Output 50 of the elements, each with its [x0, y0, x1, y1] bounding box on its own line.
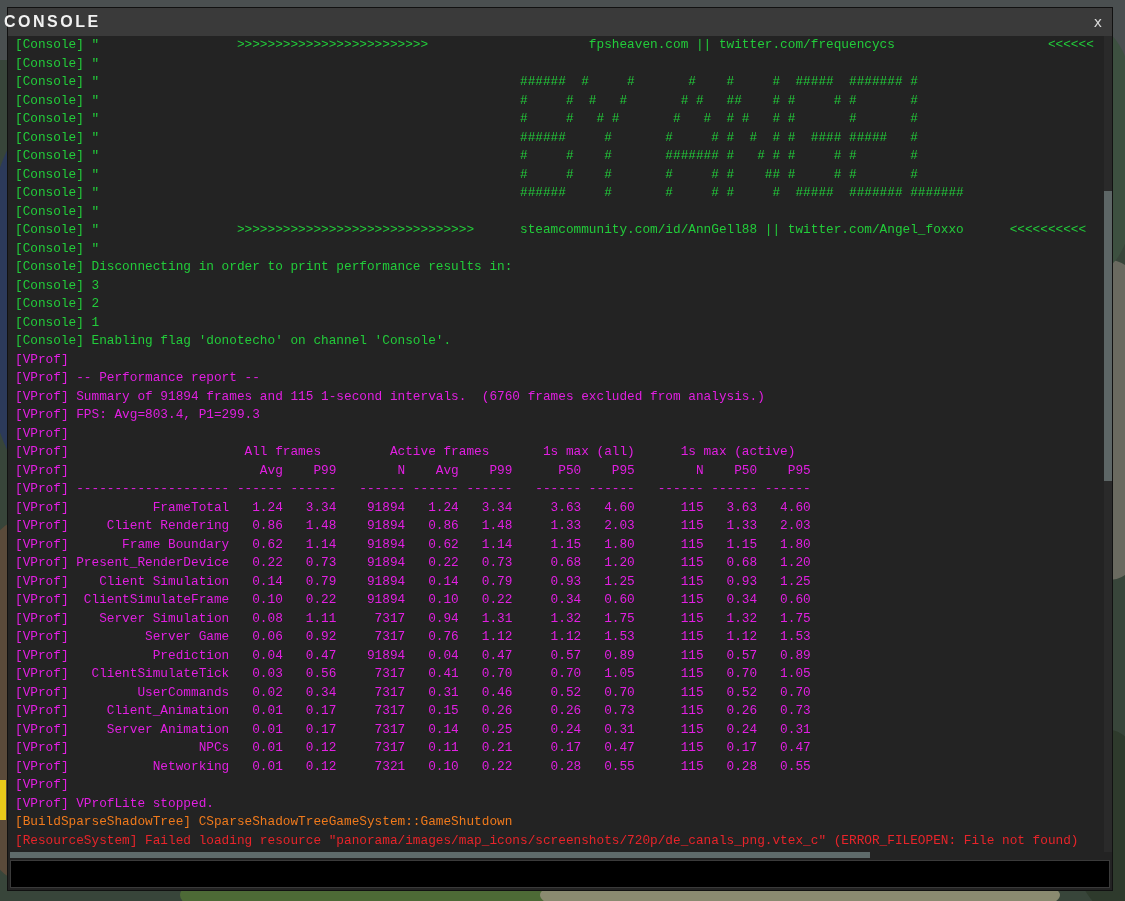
log-line: [VProf] All frames Active frames 1s max (all) 1s max (active) [15, 443, 796, 461]
log-line: [Console] " ###### # # # # # # # #### ##### # [15, 128, 918, 147]
close-button[interactable]: x [1089, 15, 1106, 29]
log-line: [Console] " >>>>>>>>>>>>>>>>>>>>>>>>>>>>>>> steamcommunity.com/id/AnnGell88 || twitter.com/Angel_foxxo <<<<<<<<<< [15, 221, 1087, 239]
log-line: [Console] 3 [15, 276, 100, 295]
log-line: [VProf] Client_Animation 0.01 0.17 7317 0.15 0.26 0.26 0.73 115 0.26 0.73 [15, 702, 811, 720]
scrollbar-thumb[interactable] [1104, 191, 1112, 481]
log-line: [Console] 2 [15, 295, 100, 313]
log-line: [Console] " # # # # # # # # # # # # [15, 110, 918, 128]
log-line: [ResourceSystem] Failed loading resource "panorama/images/map_icons/screenshots/720p/de_canals_png.vtex_c" (ERROR_FILEOPEN: File not found) [15, 831, 1079, 850]
log-line: [VProf] Networking 0.01 0.12 7321 0.10 0.22 0.28 0.55 115 0.28 0.55 [15, 757, 811, 776]
log-line: [VProf] -------------------- ------ ------ ------ ------ ------ ------ ------ ------ ------ ------ [15, 480, 811, 498]
log-line: [VProf] ClientSimulateFrame 0.10 0.22 91894 0.10 0.22 0.34 0.60 115 0.34 0.60 [15, 591, 811, 609]
log-line: [VProf] [15, 424, 69, 443]
log-line: [VProf] -- Performance report -- [15, 369, 260, 387]
log-line: [Console] " # # # # # # ## # # # # # [15, 91, 918, 110]
log-line: [VProf] Prediction 0.04 0.47 91894 0.04 0.47 0.57 0.89 115 0.57 0.89 [15, 646, 811, 665]
console-input[interactable] [10, 860, 1110, 888]
log-line: [Console] " [15, 54, 100, 73]
log-line: [VProf] Present_RenderDevice 0.22 0.73 91894 0.22 0.73 0.68 1.20 115 0.68 1.20 [15, 554, 811, 572]
log-line: [Console] " >>>>>>>>>>>>>>>>>>>>>>>>> fpsheaven.com || twitter.com/frequencycs <<<<<< [15, 36, 1094, 54]
scrollbar[interactable] [1104, 36, 1112, 852]
log-line: [VProf] UserCommands 0.02 0.34 7317 0.31 0.46 0.52 0.70 115 0.52 0.70 [15, 683, 811, 702]
log-line: [Console] Disconnecting in order to print performance results in: [15, 258, 513, 276]
log-line: [VProf] Server Game 0.06 0.92 7317 0.76 1.12 1.12 1.53 115 1.12 1.53 [15, 628, 811, 646]
log-line: [VProf] NPCs 0.01 0.12 7317 0.11 0.21 0.17 0.47 115 0.17 0.47 [15, 739, 811, 757]
log-line: [VProf] Avg P99 N Avg P99 P50 P95 N P50 P95 [15, 461, 811, 480]
log-line: [VProf] Summary of 91894 frames and 115 1-second intervals. (6760 frames excluded from analysis.) [15, 387, 765, 406]
log-line: [VProf] VProfLite stopped. [15, 794, 214, 813]
scrollbar-thumb[interactable] [10, 852, 870, 858]
window-title: CONSOLE [4, 14, 101, 30]
log-line: [Console] " [15, 239, 100, 258]
log-line: [Console] " ###### # # # # # ##### ####### ####### [15, 184, 964, 202]
log-line: [VProf] Client Simulation 0.14 0.79 91894 0.14 0.79 0.93 1.25 115 0.93 1.25 [15, 572, 811, 591]
log-line: [BuildSparseShadowTree] CSparseShadowTreeGameSystem::GameShutdown [15, 813, 513, 831]
log-line: [VProf] [15, 350, 69, 369]
log-line: [VProf] ClientSimulateTick 0.03 0.56 7317 0.41 0.70 0.70 1.05 115 0.70 1.05 [15, 665, 811, 683]
log-line: [Console] " # # # # # # ## # # # # [15, 165, 918, 184]
log-line: [VProf] Server Simulation 0.08 1.11 7317 0.94 1.31 1.32 1.75 115 1.32 1.75 [15, 609, 811, 628]
log-line: [Console] " [15, 202, 100, 221]
log-line: [Console] " # # # ####### # # # # # # # [15, 147, 918, 165]
log-line: [Console] 1 [15, 313, 100, 332]
log-line: [VProf] Client Rendering 0.86 1.48 91894 0.86 1.48 1.33 2.03 115 1.33 2.03 [15, 517, 811, 535]
log-line: [VProf] Server Animation 0.01 0.17 7317 0.14 0.25 0.24 0.31 115 0.24 0.31 [15, 720, 811, 739]
log-line: [VProf] FPS: Avg=803.4, P1=299.3 [15, 406, 260, 424]
log-line: [Console] " ###### # # # # # ##### ####### # [15, 73, 918, 91]
log-line: [VProf] [15, 776, 69, 794]
log-line: [VProf] FrameTotal 1.24 3.34 91894 1.24 3.34 3.63 4.60 115 3.63 4.60 [15, 498, 811, 517]
log-line: [Console] Enabling flag 'donotecho' on channel 'Console'. [15, 332, 452, 350]
log-line: [VProf] Frame Boundary 0.62 1.14 91894 0.62 1.14 1.15 1.80 115 1.15 1.80 [15, 535, 811, 554]
